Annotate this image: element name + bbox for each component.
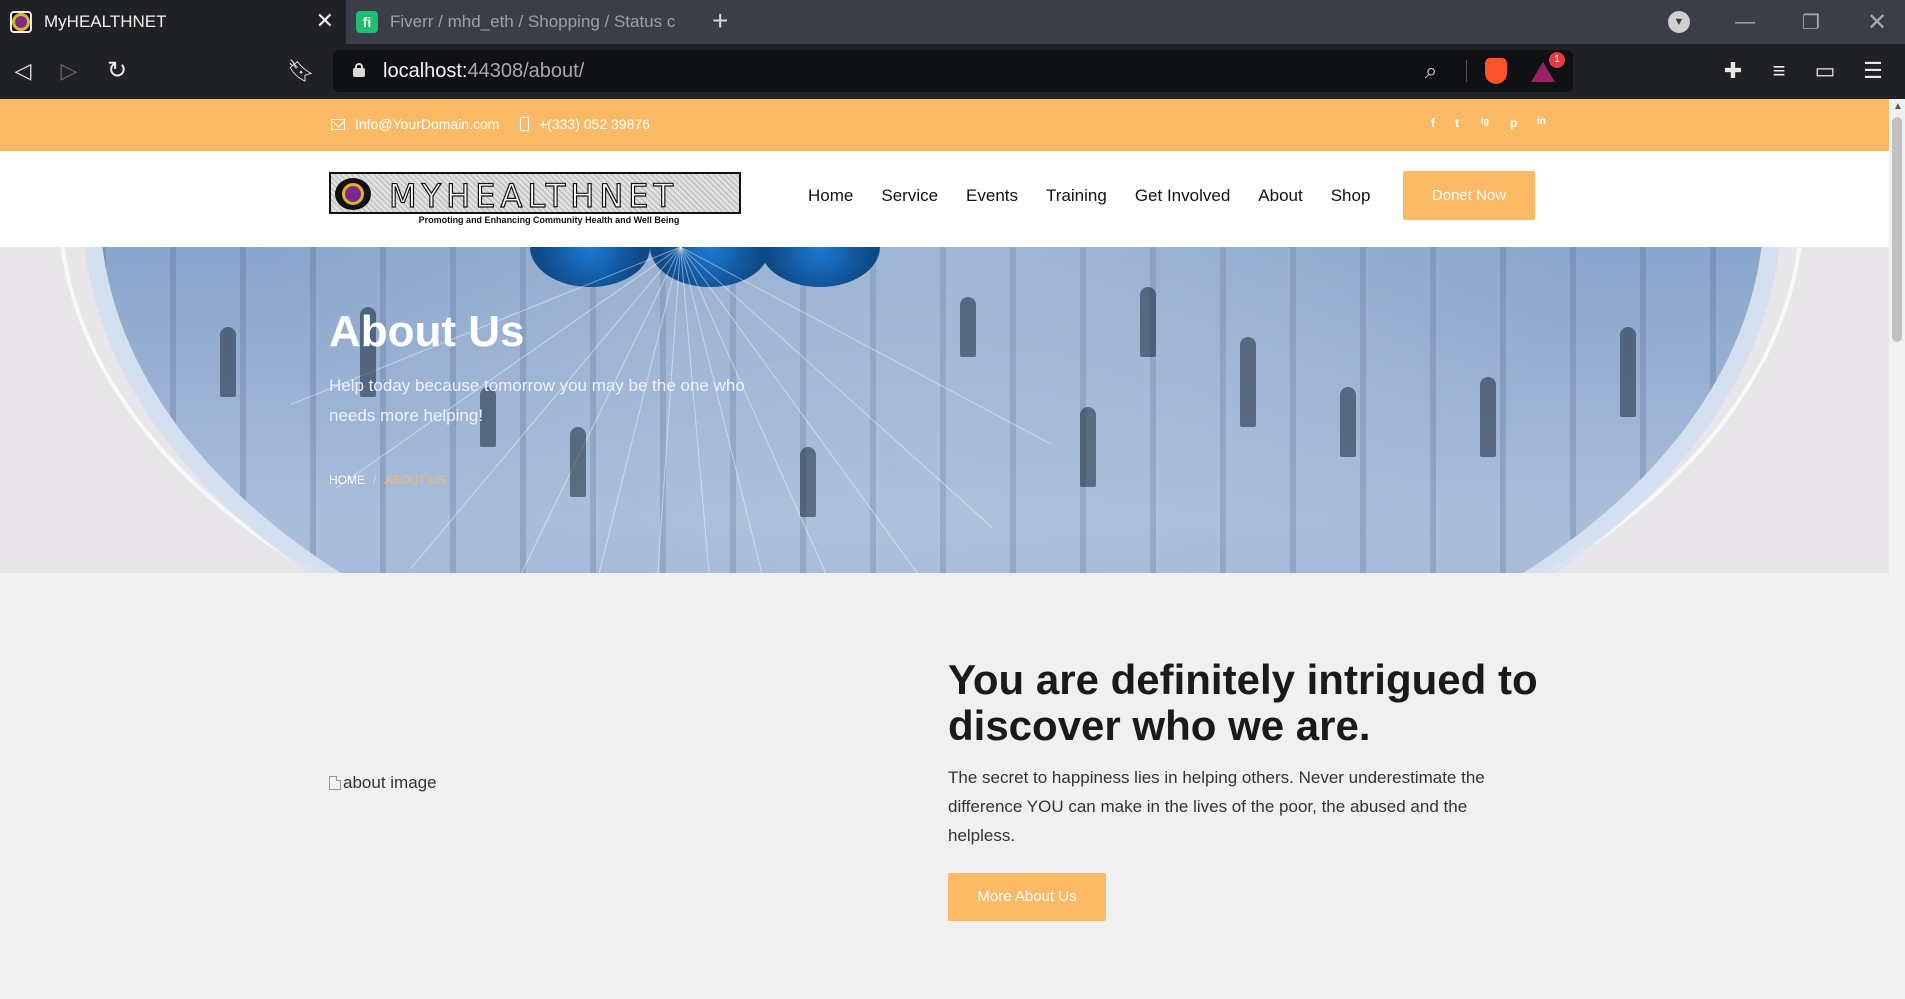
brave-shields-icon[interactable] (1485, 58, 1507, 84)
about-section: about image You are definitely intrigued… (0, 573, 1889, 999)
person-silhouette-graphic (1140, 287, 1156, 357)
banner-subtitle: Help today because tomorrow you may be t… (329, 376, 745, 425)
person-silhouette-graphic (1340, 387, 1356, 457)
logo-emblem-icon (335, 178, 371, 210)
page-banner: About Us Help today because tomorrow you… (0, 247, 1889, 573)
bookmark-icon[interactable]: 🔖︎ (286, 56, 316, 86)
tab-title: MyHEALTHNET (44, 12, 167, 31)
mail-icon (331, 118, 345, 130)
close-tab-icon[interactable]: ✕ (316, 10, 334, 32)
address-bar[interactable]: localhost:44308/about/ ⌕ 1 (333, 50, 1573, 92)
logo-wordmark: MYHEALTHNET (388, 176, 679, 215)
browser-tab-strip: MyHEALTHNET ✕ fi Fiverr / mhd_eth / Shop… (0, 0, 1905, 44)
tab-title: Fiverr / mhd_eth / Shopping / Status c (390, 12, 676, 31)
donate-button[interactable]: Donet Now (1403, 171, 1535, 220)
scroll-up-icon[interactable]: ▲ (1893, 101, 1903, 112)
new-tab-button[interactable]: + (712, 6, 728, 36)
nav-menu: Home Service Events Training Get Involve… (808, 186, 1398, 206)
logo-tagline: Promoting and Enhancing Community Health… (418, 215, 680, 225)
breadcrumb-current: ABOUT US (384, 473, 446, 487)
person-silhouette-graphic (1080, 407, 1096, 487)
restore-button[interactable]: ❐ (1778, 0, 1844, 44)
page-title: About Us (329, 307, 525, 356)
about-image: about image (329, 773, 437, 793)
breadcrumb-home[interactable]: HOME (329, 473, 365, 487)
main-navbar: MYHEALTHNET Promoting and Enhancing Comm… (0, 151, 1889, 247)
extensions-icon[interactable]: ✚ (1718, 56, 1748, 86)
nav-link-service[interactable]: Service (881, 186, 938, 206)
more-about-us-button[interactable]: More About Us (948, 873, 1106, 921)
back-icon[interactable]: ◁ (8, 56, 38, 86)
person-silhouette-graphic (960, 297, 976, 357)
fiverr-favicon-icon: fi (356, 11, 378, 33)
breadcrumb-separator: / (373, 473, 377, 487)
about-text: The secret to happiness lies in helping … (948, 768, 1485, 845)
tab-myhealthnet[interactable]: MyHEALTHNET ✕ (0, 0, 346, 44)
nav-link-get-involved[interactable]: Get Involved (1135, 186, 1230, 206)
tab-fiverr[interactable]: fi Fiverr / mhd_eth / Shopping / Status … (346, 0, 696, 44)
contact-bar: Info@YourDomain.com +(333) 052 39876 f t… (0, 99, 1889, 151)
twitter-icon[interactable]: t (1455, 116, 1459, 130)
zoom-icon[interactable]: ⌕ (1425, 58, 1437, 84)
person-silhouette-graphic (220, 327, 236, 397)
about-heading: You are definitely intrigued to discover… (948, 656, 1538, 749)
minimize-button[interactable]: — (1712, 0, 1778, 44)
facebook-icon[interactable]: f (1431, 116, 1435, 130)
email-text: Info@YourDomain.com (355, 116, 500, 132)
page-scrollbar[interactable]: ▲ (1889, 99, 1905, 999)
phone-text: +(333) 052 39876 (539, 116, 650, 132)
logo-plate: MYHEALTHNET (329, 172, 741, 216)
wallet-icon[interactable]: ▭ (1810, 56, 1840, 86)
broken-image-icon (329, 776, 341, 790)
lock-icon (353, 63, 365, 77)
contact-email[interactable]: Info@YourDomain.com (331, 116, 499, 132)
phone-icon (520, 117, 529, 131)
person-silhouette-graphic (800, 447, 816, 517)
instagram-icon[interactable]: ig (1481, 116, 1489, 126)
nav-link-about[interactable]: About (1258, 186, 1302, 206)
menu-icon[interactable]: ☰ (1858, 56, 1888, 86)
reload-icon[interactable]: ↻ (102, 56, 132, 86)
breadcrumb: HOME / ABOUT US (329, 473, 445, 487)
network-hub-graphic (760, 247, 880, 287)
rewards-badge: 1 (1549, 52, 1565, 68)
network-hub-graphic (650, 247, 770, 287)
site-logo[interactable]: MYHEALTHNET Promoting and Enhancing Comm… (329, 172, 741, 230)
close-window-button[interactable]: ✕ (1844, 0, 1905, 44)
myhealthnet-favicon-icon (10, 11, 32, 33)
about-image-alt: about image (343, 773, 437, 792)
divider (1466, 60, 1467, 82)
nav-link-shop[interactable]: Shop (1331, 186, 1371, 206)
nav-link-training[interactable]: Training (1046, 186, 1107, 206)
nav-link-home[interactable]: Home (808, 186, 853, 206)
person-silhouette-graphic (1480, 377, 1496, 457)
person-silhouette-graphic (1620, 327, 1636, 417)
forward-icon[interactable]: ▷ (54, 56, 84, 86)
media-playlist-icon[interactable]: ≡ (1764, 56, 1794, 86)
linkedin-icon[interactable]: in (1537, 116, 1546, 127)
person-silhouette-graphic (570, 427, 586, 497)
url-text[interactable]: localhost:44308/about/ (383, 60, 584, 83)
tab-search-icon[interactable]: ▼ (1668, 11, 1690, 33)
contact-phone[interactable]: +(333) 052 39876 (520, 116, 650, 132)
scrollbar-thumb[interactable] (1892, 117, 1902, 342)
browser-toolbar: ◁ ▷ ↻ 🔖︎ localhost:44308/about/ ⌕ 1 ✚ ≡ … (0, 44, 1905, 99)
page-viewport: Info@YourDomain.com +(333) 052 39876 f t… (0, 99, 1889, 999)
nav-link-events[interactable]: Events (966, 186, 1018, 206)
pinterest-icon[interactable]: p (1510, 116, 1517, 130)
person-silhouette-graphic (1240, 337, 1256, 427)
